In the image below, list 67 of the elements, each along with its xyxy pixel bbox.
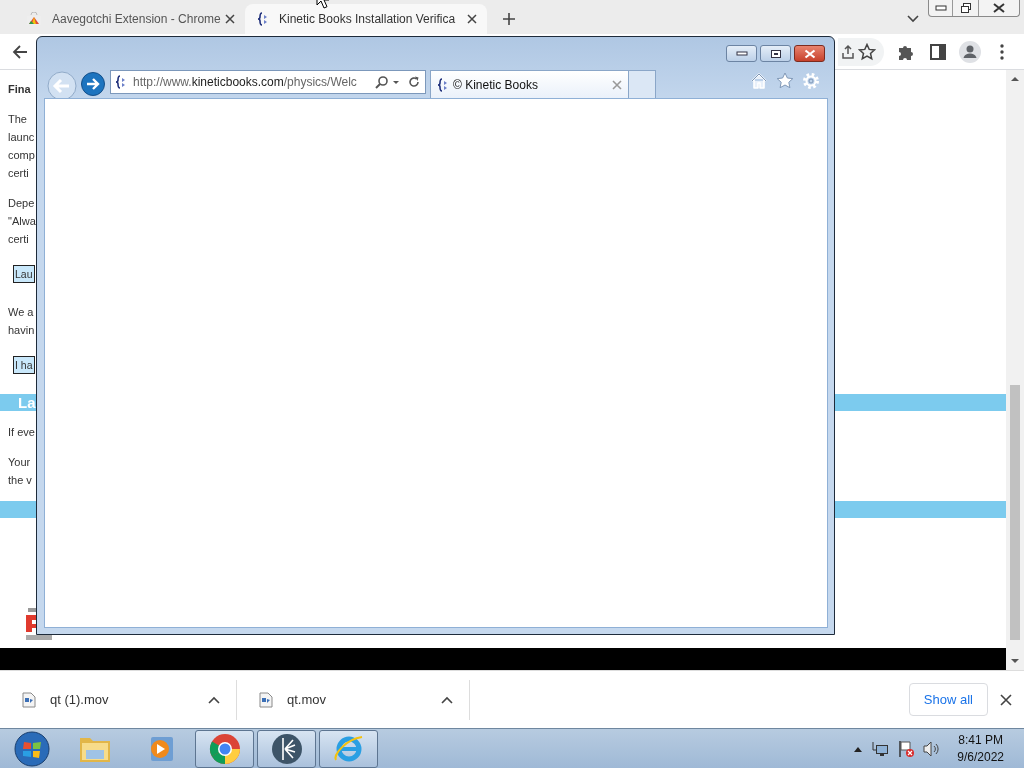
- refresh-icon[interactable]: [407, 75, 421, 89]
- forward-button[interactable]: [80, 71, 106, 97]
- taskbar-button[interactable]: [319, 729, 378, 768]
- scrollbar[interactable]: [1006, 70, 1024, 670]
- scroll-thumb[interactable]: [1010, 385, 1020, 640]
- speaker-icon[interactable]: [923, 740, 942, 757]
- paragraph-text: "Alwa: [7, 214, 36, 229]
- caret-up-icon[interactable]: [441, 695, 453, 704]
- show-all-button[interactable]: Show all: [908, 682, 988, 717]
- paragraph-text: launc: [7, 130, 35, 145]
- chevron-down-icon: [907, 15, 919, 23]
- heading-text: Fina: [7, 82, 31, 97]
- site-icon: [115, 75, 127, 89]
- paragraph-text: We a: [7, 305, 34, 320]
- close-tab-icon[interactable]: [225, 14, 235, 24]
- favorites-star-icon[interactable]: [776, 72, 794, 90]
- site-icon: [257, 12, 269, 26]
- action-center-icon[interactable]: [897, 739, 916, 758]
- page-button[interactable]: Lau: [13, 265, 35, 283]
- paragraph-text: Depe: [7, 196, 35, 211]
- caret-up-icon[interactable]: [208, 695, 220, 704]
- paragraph-text: havin: [7, 323, 35, 338]
- paragraph-text: certi: [7, 166, 29, 181]
- close-icon[interactable]: [1000, 693, 1012, 706]
- download-item[interactable]: qt (1).mov: [0, 679, 237, 720]
- bookmark-star-icon[interactable]: [858, 42, 876, 61]
- back-arrow-icon: [12, 44, 28, 59]
- windows-logo-icon: [12, 729, 52, 768]
- section-title: La: [18, 394, 36, 411]
- address-bar[interactable]: http://www.kineticbooks.com/physics/Welc: [110, 70, 426, 94]
- paragraph-text: the v: [7, 473, 32, 488]
- browser-tab[interactable]: © Kinetic Books: [430, 70, 629, 98]
- paragraph-text: If eve: [7, 425, 35, 440]
- share-icon: [840, 43, 856, 60]
- maximize-icon: [769, 48, 782, 59]
- site-icon: [26, 12, 42, 26]
- file-icon: [22, 691, 36, 708]
- minimize-icon: [735, 51, 748, 56]
- paragraph-text: Your: [7, 455, 31, 470]
- close-tab-icon[interactable]: [467, 14, 477, 24]
- search-icon[interactable]: [375, 75, 389, 89]
- close-icon: [803, 48, 816, 59]
- maximize-button[interactable]: [760, 45, 791, 62]
- side-panel-icon: [930, 43, 946, 60]
- taskbar-button[interactable]: [195, 729, 254, 768]
- paragraph-text: certi: [7, 232, 29, 247]
- file-icon: [259, 691, 273, 708]
- paragraph-text: The: [7, 112, 27, 127]
- clock[interactable]: 8:41 PM 9/6/2022: [957, 731, 1004, 766]
- site-icon: [437, 77, 449, 92]
- close-icon: [993, 3, 1005, 13]
- download-item[interactable]: qt.mov: [237, 679, 470, 720]
- taskbar-button[interactable]: [257, 729, 316, 768]
- minimize-icon: [934, 5, 947, 11]
- browser-tab[interactable]: Aavegotchi Extension - Chrome: [14, 4, 245, 34]
- chrome-icon: [208, 732, 241, 765]
- app-icon: [270, 732, 303, 765]
- more-icon: [1000, 43, 1004, 60]
- avatar-icon: [959, 40, 981, 63]
- network-icon[interactable]: [871, 740, 890, 757]
- close-button[interactable]: [794, 45, 825, 62]
- plus-icon: [502, 12, 516, 26]
- address-bar-end[interactable]: [838, 37, 884, 66]
- paragraph-text: comp: [7, 148, 35, 163]
- browser-tab[interactable]: Kinetic Books Installation Verifica: [245, 4, 487, 34]
- home-icon[interactable]: [750, 72, 768, 90]
- page-button[interactable]: I ha: [13, 356, 35, 374]
